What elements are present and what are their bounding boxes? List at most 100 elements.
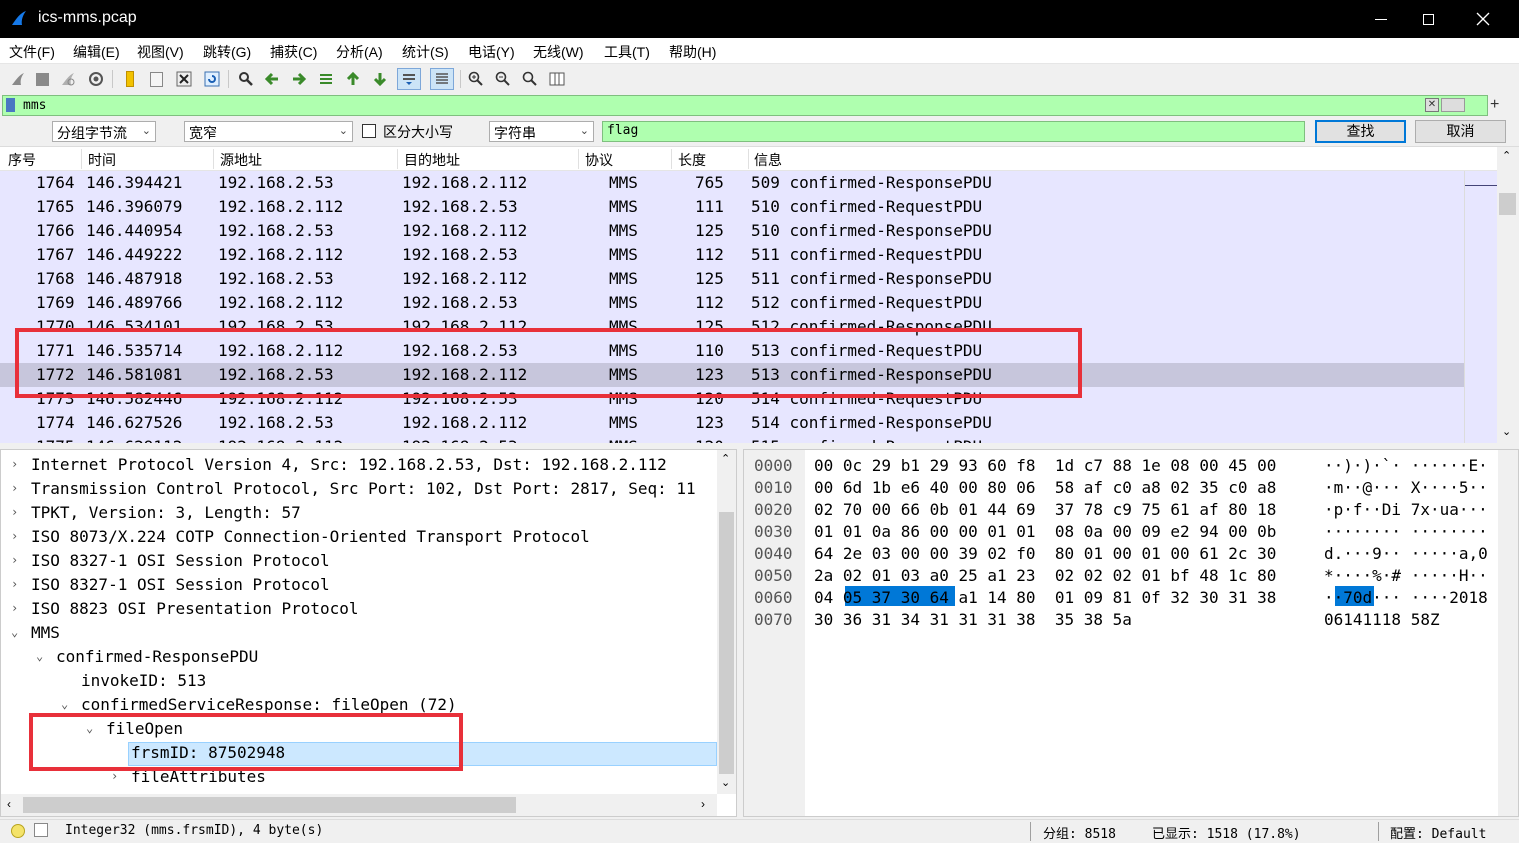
column-header-source[interactable]: 源地址 [220, 150, 262, 170]
detail-line[interactable]: ⌄ MMS [1, 622, 717, 646]
hex-line[interactable]: 0050 2a 02 01 03 a0 25 a1 23 02 02 02 01 … [744, 564, 1498, 586]
apply-filter-icon[interactable] [1441, 98, 1465, 112]
find-button[interactable]: 查找 [1315, 120, 1406, 143]
maximize-button[interactable] [1405, 0, 1451, 38]
expand-icon[interactable]: › [11, 577, 18, 591]
expand-icon[interactable]: › [11, 481, 18, 495]
packet-row[interactable]: 1765 146.396079 192.168.2.112 192.168.2.53 M… [0, 195, 1464, 219]
add-filter-button-icon[interactable]: + [1490, 96, 1499, 114]
minimize-button[interactable] [1358, 0, 1404, 38]
detail-line[interactable]: › ISO 8327-1 OSI Session Protocol [1, 574, 717, 598]
menu-statistics[interactable]: 统计(S) [402, 42, 449, 62]
find-packet-icon[interactable] [236, 69, 256, 89]
status-profile[interactable]: 配置: Default [1390, 823, 1486, 842]
scrollbar-thumb[interactable] [1499, 193, 1516, 215]
packet-list-scrollbar[interactable]: ⌃ ⌄ [1497, 147, 1519, 443]
clear-filter-icon[interactable]: ✕ [1425, 98, 1439, 112]
menu-file[interactable]: 文件(F) [9, 42, 55, 62]
save-file-icon[interactable] [146, 69, 166, 89]
comment-icon[interactable] [34, 823, 48, 837]
zoom-out-icon[interactable] [493, 69, 513, 89]
column-header-length[interactable]: 长度 [678, 150, 706, 170]
menu-tools[interactable]: 工具(T) [604, 42, 650, 62]
collapse-icon[interactable]: ⌄ [61, 697, 68, 711]
case-sensitive-checkbox[interactable] [362, 124, 376, 138]
reload-icon[interactable] [202, 69, 222, 89]
details-horizontal-scrollbar[interactable]: ‹ › [1, 794, 717, 816]
detail-line[interactable]: › ISO 8823 OSI Presentation Protocol [1, 598, 717, 622]
packet-row[interactable]: 1764 146.394421 192.168.2.53 192.168.2.112 M… [0, 171, 1464, 195]
packet-row[interactable]: 1769 146.489766 192.168.2.112 192.168.2.53 M… [0, 291, 1464, 315]
hex-line[interactable]: 0010 00 6d 1b e6 40 00 80 06 58 af c0 a8 … [744, 476, 1498, 498]
packet-row[interactable]: 1768 146.487918 192.168.2.53 192.168.2.112 M… [0, 267, 1464, 291]
menu-go[interactable]: 跳转(G) [203, 42, 251, 62]
menu-help[interactable]: 帮助(H) [669, 42, 716, 62]
expert-info-icon[interactable] [11, 824, 25, 838]
hex-line[interactable]: 0040 64 2e 03 00 00 39 02 f0 80 01 00 01 … [744, 542, 1498, 564]
close-file-icon[interactable] [174, 69, 194, 89]
packet-row[interactable]: 1766 146.440954 192.168.2.53 192.168.2.112 M… [0, 219, 1464, 243]
packet-row[interactable]: 1774 146.627526 192.168.2.53 192.168.2.112 M… [0, 411, 1464, 435]
column-header-no[interactable]: 序号 [8, 150, 36, 170]
expand-icon[interactable]: › [11, 529, 18, 543]
scroll-right-icon[interactable]: › [701, 797, 705, 811]
column-header-destination[interactable]: 目的地址 [404, 150, 460, 170]
scroll-down-icon[interactable]: ⌄ [721, 776, 730, 789]
menu-edit[interactable]: 编辑(E) [73, 42, 120, 62]
expand-icon[interactable]: › [11, 457, 18, 471]
bytes-scrollbar[interactable] [1498, 450, 1518, 816]
go-first-icon[interactable] [343, 69, 363, 89]
start-capture-icon[interactable] [8, 69, 28, 89]
collapse-icon[interactable]: ⌄ [11, 625, 18, 639]
open-file-icon[interactable] [120, 69, 140, 89]
expand-icon[interactable]: › [11, 553, 18, 567]
scrollbar-thumb[interactable] [23, 797, 516, 813]
expand-icon[interactable]: › [111, 769, 118, 783]
collapse-icon[interactable]: ⌄ [36, 649, 43, 663]
details-vertical-scrollbar[interactable]: ⌃ ⌄ [717, 450, 736, 794]
stop-capture-icon[interactable] [32, 69, 52, 89]
detail-line[interactable]: invokeID: 513 [1, 670, 717, 694]
zoom-in-icon[interactable] [466, 69, 486, 89]
hex-line[interactable]: 0020 02 70 00 66 0b 01 44 69 37 78 c9 75 … [744, 498, 1498, 520]
autoscroll-icon[interactable] [397, 68, 421, 90]
detail-line[interactable]: › ISO 8073/X.224 COTP Connection-Oriented… [1, 526, 717, 550]
go-to-packet-icon[interactable] [316, 69, 336, 89]
detail-line[interactable]: › TPKT, Version: 3, Length: 57 [1, 502, 717, 526]
packet-row[interactable]: 1767 146.449222 192.168.2.112 192.168.2.53 M… [0, 243, 1464, 267]
hex-line[interactable]: 0000 00 0c 29 b1 29 93 60 f8 1d c7 88 1e … [744, 454, 1498, 476]
detail-line[interactable]: › Transmission Control Protocol, Src Port… [1, 478, 717, 502]
capture-options-icon[interactable] [86, 69, 106, 89]
cancel-button[interactable]: 取消 [1415, 120, 1506, 143]
display-filter-bar[interactable]: mms ✕ [2, 95, 1488, 116]
expand-icon[interactable]: › [11, 601, 18, 615]
bookmark-icon[interactable] [6, 98, 15, 112]
colorize-icon[interactable] [430, 68, 454, 90]
find-query-input[interactable]: flag [602, 121, 1305, 142]
hex-line[interactable]: 0070 30 36 31 34 31 31 31 38 35 38 5a 0614… [744, 608, 1498, 630]
restart-capture-icon[interactable] [58, 69, 78, 89]
menu-telephony[interactable]: 电话(Y) [468, 42, 515, 62]
detail-line[interactable]: › ISO 8327-1 OSI Session Protocol [1, 550, 717, 574]
menu-capture[interactable]: 捕获(C) [270, 42, 317, 62]
menu-wireless[interactable]: 无线(W) [533, 42, 584, 62]
zoom-normal-icon[interactable] [520, 69, 540, 89]
detail-line[interactable]: ⌄ confirmed-ResponsePDU [1, 646, 717, 670]
expand-icon[interactable]: › [11, 505, 18, 519]
menu-analyze[interactable]: 分析(A) [336, 42, 383, 62]
search-in-select[interactable]: 分组字节流 ⌄ [52, 121, 156, 142]
go-forward-icon[interactable] [289, 69, 309, 89]
hex-line[interactable]: 0030 01 01 0a 86 00 00 01 01 08 0a 00 09 … [744, 520, 1498, 542]
packet-row[interactable]: 1775 146.629112 192.168.2.112 192.168.2.53 M… [0, 435, 1464, 443]
char-width-select[interactable]: 宽窄 ⌄ [184, 121, 353, 142]
packet-minimap[interactable] [1464, 171, 1498, 443]
search-type-select[interactable]: 字符串 ⌄ [489, 121, 594, 142]
close-window-button[interactable] [1460, 0, 1506, 38]
menu-view[interactable]: 视图(V) [137, 42, 184, 62]
scrollbar-thumb[interactable] [719, 512, 734, 774]
detail-line[interactable]: › Internet Protocol Version 4, Src: 192.1… [1, 454, 717, 478]
hex-line[interactable]: 0060 04 05 37 30 64 a1 14 80 01 09 81 0f … [744, 586, 1498, 608]
scroll-up-icon[interactable]: ⌃ [1502, 149, 1511, 162]
go-back-icon[interactable] [262, 69, 282, 89]
scroll-left-icon[interactable]: ‹ [7, 797, 11, 811]
